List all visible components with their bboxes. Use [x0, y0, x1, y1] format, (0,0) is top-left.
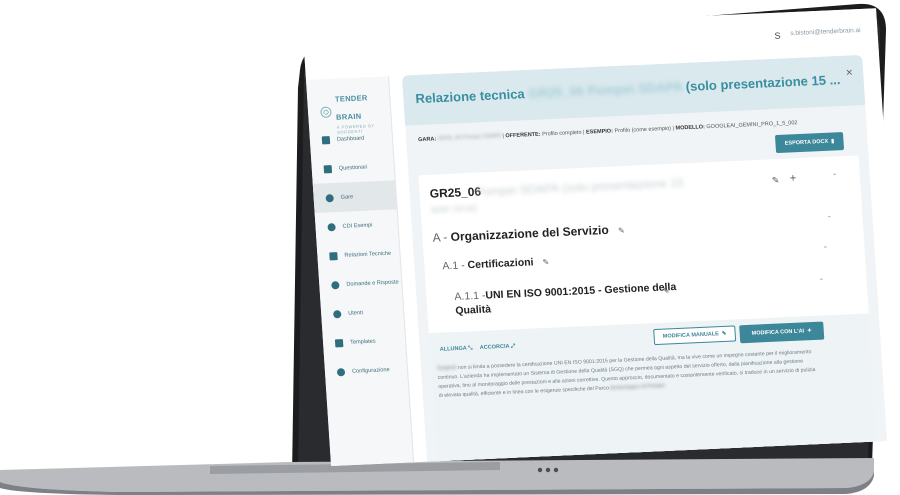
- export-docx-button[interactable]: ESPORTA DOCX ▮: [774, 132, 845, 154]
- add-icon[interactable]: +: [789, 172, 796, 184]
- esempio-note: (come esempio): [631, 125, 672, 134]
- chevron-up-icon[interactable]: ⌃: [826, 215, 832, 223]
- tender-icon: [325, 193, 334, 202]
- sidebar-item-cdi-esempi[interactable]: CDI Esempi: [315, 209, 399, 242]
- ai-edit-label: MODIFICA CON L'AI: [751, 328, 805, 337]
- esempio-value: Profilo: [614, 127, 631, 135]
- report-content: GR25_06 Pompei SDAPA (solo presentazione…: [418, 155, 878, 466]
- report-icon: [329, 251, 338, 260]
- shorten-button[interactable]: ACCORCIA ⤢: [480, 343, 516, 352]
- sidebar-item-utenti[interactable]: Utenti: [320, 296, 404, 329]
- sidebar-item-configurazione[interactable]: Configurazione: [324, 354, 408, 387]
- section-title: UNI EN ISO 9001:2015 - Gestione della Qu…: [455, 280, 677, 317]
- paragraph-end: Archeologico di Pompei.: [609, 382, 667, 392]
- lengthen-label: ALLUNGA: [439, 345, 467, 353]
- section-title: Organizzazione del Servizio: [450, 222, 610, 244]
- lot-name-continued: aste circa): [430, 202, 478, 216]
- title-tender-name: GR25_06 Pompei SDAPA: [527, 79, 683, 102]
- laptop-mockup: S s.bistoni@tenderbrain.ai TENDER BRAIN …: [0, 0, 900, 495]
- lot-code: GR25_06: [429, 184, 482, 201]
- paragraph-text: Sorgenti non si limita a possedere la ce…: [437, 348, 819, 401]
- technical-report-card: Relazione tecnica GR25_06 Pompei SDAPA (…: [401, 54, 888, 466]
- title-suffix: (solo presentazione 15 ...: [685, 72, 841, 94]
- edit-icon[interactable]: ✎: [662, 286, 669, 295]
- pencil-icon: ✎: [721, 330, 727, 338]
- esempio-label: ESEMPIO:: [585, 128, 614, 136]
- sidebar-item-label: Domande e Risposte: [346, 278, 399, 288]
- brain-logo-icon: [320, 106, 332, 118]
- brand-name: TENDER BRAIN: [334, 93, 368, 122]
- edit-icon[interactable]: ✎: [618, 226, 625, 235]
- modello-value: GOOGLEAI_GEMINI_PRO_1_5_002: [706, 120, 798, 131]
- sidebar-nav: Dashboard Questionari Gare CDI Esempi Re…: [309, 122, 408, 387]
- chevron-up-icon[interactable]: ⌃: [832, 172, 838, 180]
- section-prefix: A.1 -: [442, 259, 466, 273]
- sidebar-item-domande-risposte[interactable]: Domande e Risposte: [318, 267, 402, 300]
- sparkle-icon: ✦: [806, 328, 812, 335]
- dashboard-icon: [321, 135, 331, 144]
- offerente-value: Profilo completo: [541, 129, 582, 138]
- sidebar-item-label: Relazioni Tecniche: [344, 250, 392, 259]
- page-title: Relazione tecnica GR25_06 Pompei SDAPA (…: [415, 72, 841, 106]
- sidebar-item-label: Dashboard: [336, 135, 365, 143]
- ai-edit-button[interactable]: MODIFICA CON L'AI ✦: [739, 321, 825, 344]
- sidebar-item-relazioni-tecniche[interactable]: Relazioni Tecniche: [317, 238, 401, 271]
- section-prefix: A.1.1 -: [454, 289, 486, 303]
- title-prefix: Relazione tecnica: [415, 86, 526, 107]
- gara-label: GARA:: [418, 136, 437, 144]
- document-icon: ▮: [831, 138, 835, 145]
- manual-edit-button[interactable]: MODIFICA MANUALE ✎: [653, 325, 737, 346]
- offerente-label: OFFERENTE:: [505, 131, 541, 140]
- export-label: ESPORTA DOCX: [784, 138, 829, 147]
- section-a-heading: A - Organizzazione del Servizio ✎: [432, 222, 625, 245]
- section-a1-heading: A.1 - Certificazioni ✎: [442, 256, 549, 273]
- modello-label: MODELLO:: [675, 124, 706, 132]
- section-title: Certificazioni: [467, 256, 534, 272]
- sidebar-item-label: Configurazione: [351, 366, 390, 375]
- close-icon[interactable]: ✕: [845, 67, 853, 78]
- sidebar-item-label: Utenti: [348, 309, 364, 317]
- sidebar-item-label: Questionari: [338, 163, 368, 172]
- sidebar-item-templates[interactable]: Templates: [322, 325, 406, 358]
- paragraph-body: non si limita a possedere la certificazi…: [437, 349, 816, 399]
- manual-edit-label: MODIFICA MANUALE: [662, 331, 720, 340]
- examples-icon: [327, 222, 336, 231]
- edit-icon[interactable]: ✎: [542, 258, 549, 267]
- sidebar-item-label: CDI Esempi: [342, 221, 373, 230]
- paragraph-actions: ALLUNGA ⤡ ACCORCIA ⤢ MODIFICA MANUALE ✎ …: [428, 313, 878, 466]
- lengthen-button[interactable]: ALLUNGA ⤡: [440, 345, 473, 353]
- chevron-up-icon[interactable]: ⌃: [822, 245, 828, 253]
- app-screen: S s.bistoni@tenderbrain.ai TENDER BRAIN …: [303, 8, 900, 467]
- chevron-up-icon[interactable]: ⌃: [818, 277, 824, 285]
- gara-value: GR25_06 Pompei SDAPA: [437, 133, 502, 143]
- user-avatar[interactable]: S: [774, 31, 781, 41]
- templates-icon: [334, 338, 344, 347]
- edit-icon[interactable]: ✎: [772, 175, 780, 186]
- section-a11-heading: A.1.1 -UNI EN ISO 9001:2015 - Gestione d…: [454, 279, 696, 318]
- qa-icon: [331, 280, 340, 289]
- company-name: Sorgenti: [436, 365, 457, 372]
- users-icon: [332, 309, 342, 318]
- section-prefix: A -: [432, 230, 448, 245]
- settings-icon: [336, 367, 346, 376]
- sidebar-item-label: Templates: [349, 338, 376, 346]
- questionnaire-icon: [323, 164, 333, 173]
- sidebar-item-dashboard[interactable]: Dashboard: [309, 122, 393, 155]
- sidebar-item-questionari[interactable]: Questionari: [311, 151, 395, 184]
- shorten-label: ACCORCIA: [479, 343, 510, 351]
- sidebar-item-label: Gare: [340, 193, 354, 201]
- user-email: s.bistoni@tenderbrain.ai: [790, 26, 861, 38]
- lot-name: Pompei SDAPA (solo presentazione 15: [475, 175, 685, 199]
- report-meta: GARA: GR25_06 Pompei SDAPA | OFFERENTE: …: [418, 120, 798, 144]
- sidebar-item-gare[interactable]: Gare: [312, 180, 397, 213]
